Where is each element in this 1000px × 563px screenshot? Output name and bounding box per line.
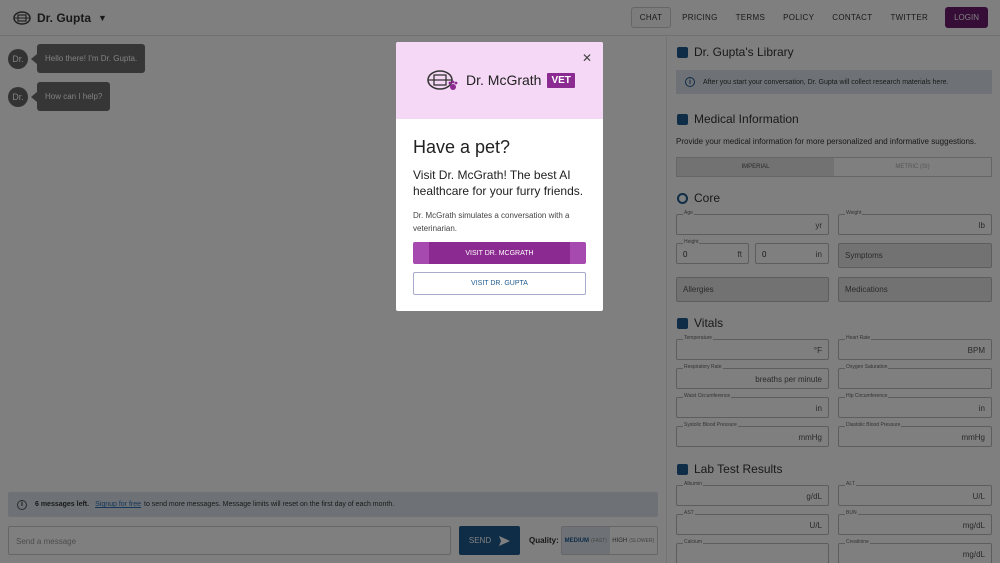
modal-body: Dr. McGrath simulates a conversation wit… [413, 211, 570, 233]
visit-mcgrath-button[interactable]: VISIT DR. MCGRATH [413, 242, 586, 264]
vet-logo-name: Dr. McGrath [466, 72, 542, 88]
vet-badge: VET [547, 72, 575, 88]
pet-stethoscope-icon [427, 70, 458, 90]
close-icon[interactable]: ✕ [582, 51, 592, 65]
vet-promo-modal: ✕ Dr. McGrath VET Have a pet? Visit Dr. … [396, 42, 603, 311]
modal-heading: Have a pet? [413, 137, 511, 157]
visit-gupta-button[interactable]: VISIT DR. GUPTA [413, 272, 586, 295]
modal-lead: Visit Dr. McGrath! The best AI healthcar… [413, 168, 584, 198]
modal-header: ✕ Dr. McGrath VET [396, 42, 603, 119]
vet-logo: Dr. McGrath VET [426, 67, 575, 93]
